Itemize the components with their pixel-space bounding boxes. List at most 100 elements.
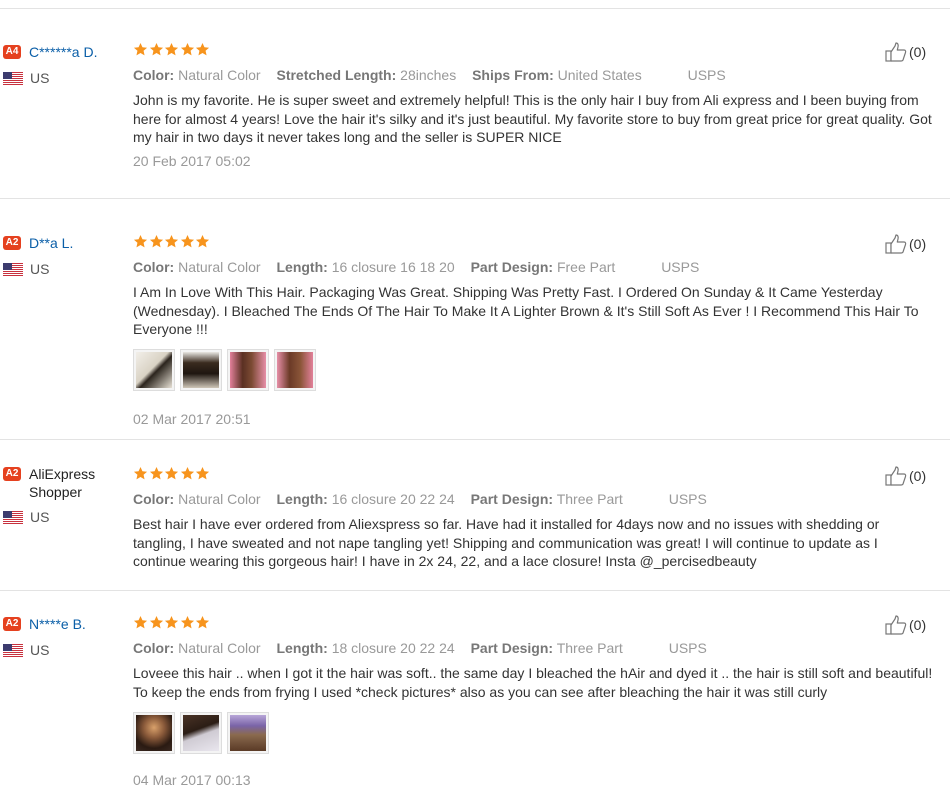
buyer-name[interactable]: C******a D. — [29, 43, 97, 61]
star-rating — [133, 615, 933, 633]
country-code: US — [30, 70, 50, 86]
order-info: Color: Natural Color Length: 16 closure … — [133, 259, 933, 275]
helpful-count: (0) — [909, 236, 927, 252]
review-date: 02 Mar 2017 20:51 — [133, 410, 251, 427]
country-code: US — [30, 261, 50, 277]
ships-from-label: Ships From: — [472, 67, 554, 83]
shipping-method: USPS — [668, 640, 707, 656]
buyer-level-badge: A2 — [3, 236, 21, 250]
review-item: A4 C******a D. US Color: Natural Color S… — [0, 9, 950, 199]
length-value: 18 closure 20 22 24 — [331, 640, 455, 656]
review-text: I Am In Love With This Hair. Packaging W… — [133, 284, 919, 337]
buyer-country: US — [3, 70, 128, 86]
helpful-button[interactable]: (0) — [885, 615, 926, 635]
length-label: Length: — [276, 259, 328, 275]
star-icon — [180, 615, 195, 630]
star-rating — [133, 466, 933, 484]
length-label: Length: — [276, 491, 328, 507]
star-icon — [133, 466, 148, 481]
star-rating — [133, 234, 933, 252]
buyer-level-badge: A2 — [3, 617, 21, 631]
review-item: A2 AliExpress Shopper US Color: Natural … — [0, 440, 950, 591]
helpful-count: (0) — [909, 468, 927, 484]
part-design-label: Part Design: — [470, 259, 554, 275]
country-code: US — [30, 642, 50, 658]
review-photos — [133, 348, 933, 391]
part-design-label: Part Design: — [470, 491, 554, 507]
buyer-info: A4 C******a D. US — [3, 43, 128, 86]
star-icon — [180, 234, 195, 249]
color-value: Natural Color — [178, 67, 261, 83]
buyer-country: US — [3, 642, 128, 658]
us-flag-icon — [3, 263, 23, 276]
buyer-level-badge: A2 — [3, 467, 21, 481]
thumbs-up-icon[interactable] — [885, 615, 907, 635]
star-icon — [164, 234, 179, 249]
helpful-count: (0) — [909, 617, 927, 633]
star-icon — [133, 234, 148, 249]
order-info: Color: Natural Color Stretched Length: 2… — [133, 67, 933, 83]
star-icon — [180, 466, 195, 481]
review-photos — [133, 712, 933, 754]
review-date: 20 Feb 2017 05:02 — [133, 152, 251, 169]
star-icon — [164, 466, 179, 481]
review-photo-thumbnail[interactable] — [274, 348, 316, 391]
star-icon — [164, 615, 179, 630]
star-icon — [149, 615, 164, 630]
star-icon — [164, 42, 179, 57]
review-text: Best hair I have ever ordered from Aliex… — [133, 516, 880, 569]
buyer-level-badge: A4 — [3, 45, 21, 59]
buyer-name[interactable]: N****e B. — [29, 615, 86, 633]
helpful-button[interactable]: (0) — [885, 42, 926, 62]
star-icon — [195, 234, 210, 249]
buyer-country: US — [3, 261, 128, 277]
color-label: Color: — [133, 640, 175, 656]
part-design-value: Free Part — [556, 259, 616, 275]
review-text: John is my favorite. He is super sweet a… — [133, 92, 932, 145]
shipping-method: USPS — [668, 491, 707, 507]
color-value: Natural Color — [178, 491, 261, 507]
shipping-method: USPS — [661, 259, 700, 275]
review-photo-thumbnail[interactable] — [133, 712, 175, 754]
length-label: Length: — [276, 640, 328, 656]
color-label: Color: — [133, 67, 175, 83]
thumbs-up-icon[interactable] — [885, 42, 907, 62]
buyer-info: A2 AliExpress Shopper US — [3, 465, 128, 525]
review-photo-thumbnail[interactable] — [180, 712, 222, 754]
stretched-length-value: 28inches — [400, 67, 457, 83]
review-photo-thumbnail[interactable] — [133, 348, 175, 391]
color-label: Color: — [133, 259, 175, 275]
color-value: Natural Color — [178, 640, 261, 656]
review-item: A2 D**a L. US Color: Natural Color Lengt… — [0, 199, 950, 440]
helpful-button[interactable]: (0) — [885, 466, 926, 486]
star-icon — [149, 234, 164, 249]
helpful-count: (0) — [909, 44, 927, 60]
order-info: Color: Natural Color Length: 18 closure … — [133, 640, 933, 656]
review-photo-thumbnail[interactable] — [180, 348, 222, 391]
thumbs-up-icon[interactable] — [885, 234, 907, 254]
review-photo-thumbnail[interactable] — [227, 712, 269, 754]
us-flag-icon — [3, 72, 23, 85]
star-icon — [195, 615, 210, 630]
buyer-country: US — [3, 509, 128, 525]
review-item: A2 N****e B. US Color: Natural Color Len… — [0, 591, 950, 788]
stretched-length-label: Stretched Length: — [276, 67, 397, 83]
buyer-name[interactable]: AliExpress Shopper — [29, 465, 119, 501]
shipping-method: USPS — [687, 67, 726, 83]
buyer-name[interactable]: D**a L. — [29, 234, 73, 252]
buyer-info: A2 D**a L. US — [3, 234, 128, 277]
star-rating — [133, 42, 933, 60]
length-value: 16 closure 20 22 24 — [331, 491, 455, 507]
thumbs-up-icon[interactable] — [885, 466, 907, 486]
review-photo-thumbnail[interactable] — [227, 348, 269, 391]
ships-from-value: United States — [557, 67, 642, 83]
country-code: US — [30, 509, 50, 525]
order-info: Color: Natural Color Length: 16 closure … — [133, 491, 933, 507]
helpful-button[interactable]: (0) — [885, 234, 926, 254]
part-design-value: Three Part — [556, 491, 623, 507]
part-design-value: Three Part — [556, 640, 623, 656]
star-icon — [180, 42, 195, 57]
us-flag-icon — [3, 511, 23, 524]
us-flag-icon — [3, 644, 23, 657]
star-icon — [195, 42, 210, 57]
